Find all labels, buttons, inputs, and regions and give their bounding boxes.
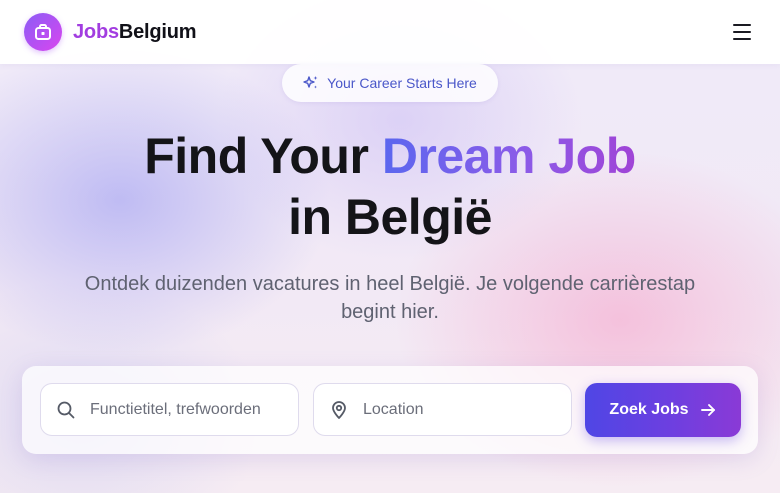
search-icon bbox=[57, 401, 75, 418]
hamburger-menu-icon[interactable] bbox=[728, 18, 756, 46]
briefcase-icon bbox=[24, 13, 62, 51]
career-badge-text: Your Career Starts Here bbox=[327, 75, 477, 91]
hero-title-highlight: Dream Job bbox=[381, 128, 636, 184]
sparkles-icon bbox=[303, 76, 318, 89]
hero-title: Find Your Dream Job in België bbox=[0, 126, 780, 248]
keyword-field bbox=[40, 383, 299, 436]
location-input[interactable] bbox=[363, 400, 535, 419]
keyword-input[interactable] bbox=[90, 400, 262, 419]
arrow-right-icon bbox=[700, 404, 715, 416]
hero-title-part1: Find Your bbox=[144, 128, 382, 184]
hero-subtitle: Ontdek duizenden vacatures in heel Belgi… bbox=[84, 273, 696, 323]
career-badge: Your Career Starts Here bbox=[282, 64, 498, 102]
search-jobs-button[interactable]: Zoek Jobs bbox=[585, 383, 741, 437]
brand-name-part1: Jobs bbox=[73, 20, 119, 43]
location-field bbox=[313, 383, 572, 436]
brand[interactable]: JobsBelgium bbox=[24, 13, 197, 51]
brand-name-part2: Belgium bbox=[118, 20, 197, 43]
map-pin-icon bbox=[332, 400, 346, 419]
job-search-panel: Zoek Jobs bbox=[22, 366, 758, 454]
top-navbar: JobsBelgium bbox=[0, 0, 780, 64]
brand-name: JobsBelgium bbox=[73, 20, 197, 44]
hero-title-part2: in België bbox=[288, 189, 492, 245]
search-jobs-button-label: Zoek Jobs bbox=[609, 401, 689, 418]
